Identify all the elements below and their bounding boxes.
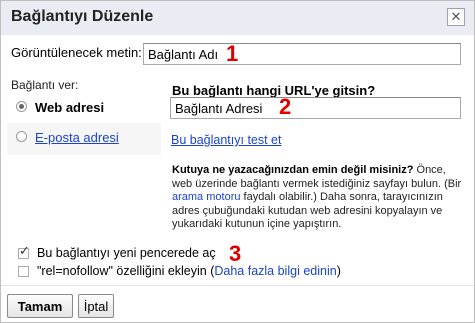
new-window-label: Bu bağlantıyı yeni pencerede aç bbox=[37, 246, 216, 260]
close-icon[interactable]: ✕ bbox=[447, 8, 465, 26]
nofollow-label: "rel=nofollow" özelliğini ekleyin (Daha … bbox=[37, 264, 341, 278]
annotation-marker-2: 2 bbox=[279, 94, 292, 119]
display-text-label: Görüntülenecek metin: bbox=[11, 45, 142, 60]
nofollow-checkbox[interactable] bbox=[18, 266, 29, 277]
link-to-label: Bağlantı ver: bbox=[11, 78, 79, 92]
footer-divider bbox=[1, 285, 474, 286]
nofollow-label-text: "rel=nofollow" özelliğini ekleyin ( bbox=[37, 264, 215, 278]
link-type-email-option[interactable]: E-posta adresi bbox=[7, 123, 161, 153]
dialog-title: Bağlantıyı Düzenle bbox=[11, 8, 154, 25]
ok-button[interactable]: Tamam bbox=[7, 294, 73, 318]
url-input[interactable] bbox=[170, 97, 461, 119]
help-text: Kutuya ne yazacağınızdan emin değil misi… bbox=[172, 164, 468, 232]
email-address-label[interactable]: E-posta adresi bbox=[35, 130, 119, 145]
link-type-web-option[interactable]: Web adresi bbox=[7, 93, 161, 123]
new-window-checkbox[interactable] bbox=[18, 244, 30, 259]
web-address-radio[interactable] bbox=[16, 101, 27, 112]
email-address-radio[interactable] bbox=[16, 131, 27, 142]
dialog-titlebar: Bağlantıyı Düzenle ✕ bbox=[1, 1, 474, 35]
web-address-label: Web adresi bbox=[35, 100, 105, 115]
annotation-marker-1: 1 bbox=[226, 41, 239, 66]
help-text-bold: Kutuya ne yazacağınızdan emin değil misi… bbox=[172, 164, 414, 176]
nofollow-label-end: ) bbox=[336, 264, 341, 278]
search-engine-link[interactable]: arama motoru bbox=[172, 191, 240, 203]
test-link[interactable]: Bu bağlantıyı test et bbox=[171, 133, 282, 147]
learn-more-link[interactable]: Daha fazla bilgi edinin bbox=[214, 264, 336, 278]
cancel-button[interactable]: İptal bbox=[78, 294, 114, 318]
display-text-input[interactable] bbox=[143, 43, 461, 65]
edit-link-dialog: Bağlantıyı Düzenle ✕ Görüntülenecek meti… bbox=[0, 0, 475, 323]
url-question: Bu bağlantı hangi URL'ye gitsin? bbox=[172, 83, 376, 98]
